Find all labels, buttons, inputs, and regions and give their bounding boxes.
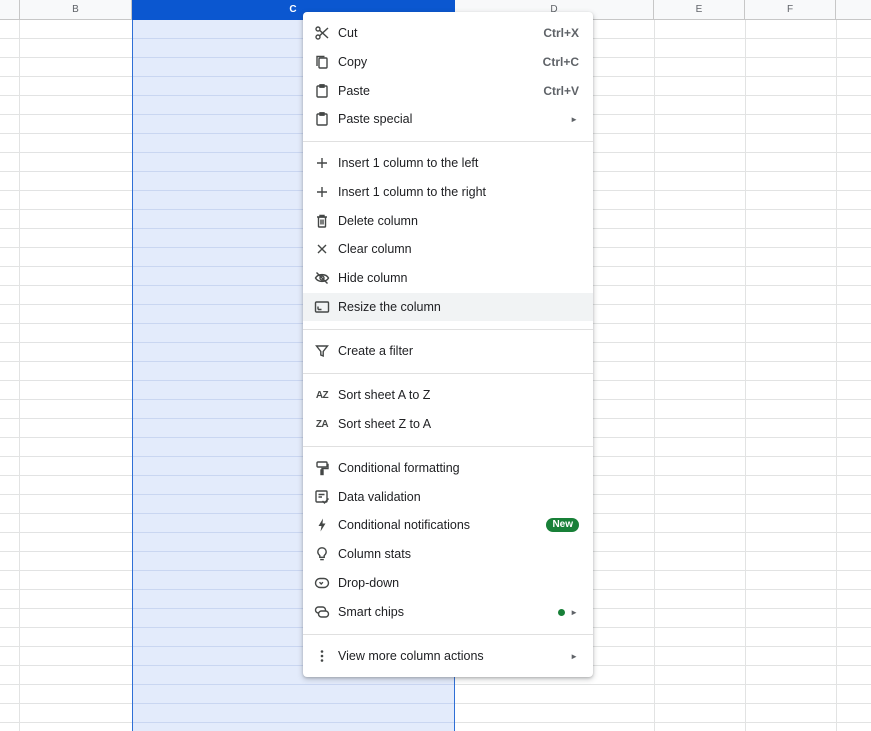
close-icon bbox=[314, 241, 330, 257]
menu-item-smart-chips[interactable]: Smart chips ► bbox=[303, 598, 593, 626]
grid-line bbox=[19, 20, 20, 731]
menu-item-insert-right[interactable]: Insert 1 column to the right bbox=[303, 178, 593, 206]
menu-separator bbox=[303, 446, 593, 447]
menu-item-label: Paste special bbox=[338, 112, 413, 126]
menu-item-label: Create a filter bbox=[338, 344, 414, 358]
menu-separator bbox=[303, 373, 593, 374]
checklist-icon bbox=[314, 489, 330, 505]
sort-az-icon: AZ bbox=[315, 389, 329, 401]
menu-item-copy[interactable]: Copy Ctrl+C bbox=[303, 48, 593, 76]
submenu-arrow-icon: ► bbox=[570, 651, 578, 661]
shortcut-text: Ctrl+C bbox=[542, 55, 579, 69]
menu-separator bbox=[303, 634, 593, 635]
menu-item-create-filter[interactable]: Create a filter bbox=[303, 337, 593, 365]
menu-item-sort-z-to-a[interactable]: ZA Sort sheet Z to A bbox=[303, 410, 593, 438]
menu-separator bbox=[303, 329, 593, 330]
menu-item-resize-column[interactable]: Resize the column bbox=[303, 293, 593, 321]
grid-line bbox=[654, 20, 655, 731]
chips-icon bbox=[314, 604, 330, 620]
submenu-arrow-icon: ► bbox=[570, 607, 578, 617]
column-header-f[interactable]: F bbox=[745, 0, 836, 20]
resize-icon bbox=[314, 299, 330, 315]
menu-item-label: Data validation bbox=[338, 490, 421, 504]
trash-icon bbox=[314, 213, 330, 229]
submenu-arrow-icon: ► bbox=[570, 114, 578, 124]
eye-off-icon bbox=[314, 270, 330, 286]
menu-item-paste[interactable]: Paste Ctrl+V bbox=[303, 77, 593, 105]
menu-item-drop-down[interactable]: Drop-down bbox=[303, 569, 593, 597]
column-header-b[interactable]: B bbox=[20, 0, 132, 20]
plus-icon bbox=[314, 184, 330, 200]
menu-item-data-validation[interactable]: Data validation bbox=[303, 483, 593, 511]
shortcut-text: Ctrl+V bbox=[543, 84, 579, 98]
menu-item-label: Conditional formatting bbox=[338, 461, 460, 475]
menu-item-label: Sort sheet Z to A bbox=[338, 417, 432, 431]
lightbulb-icon bbox=[314, 546, 330, 562]
column-context-menu: Cut Ctrl+X Copy Ctrl+C Paste Ctrl+V Past… bbox=[303, 12, 593, 677]
menu-item-label: Insert 1 column to the right bbox=[338, 185, 486, 199]
clipboard-icon bbox=[314, 111, 330, 127]
menu-item-label: Paste bbox=[338, 84, 370, 98]
menu-item-label: Sort sheet A to Z bbox=[338, 388, 431, 402]
menu-item-label: Resize the column bbox=[338, 300, 441, 314]
paint-roller-icon bbox=[314, 460, 330, 476]
menu-item-sort-a-to-z[interactable]: AZ Sort sheet A to Z bbox=[303, 381, 593, 409]
shortcut-text: Ctrl+X bbox=[543, 26, 579, 40]
menu-item-label: Copy bbox=[338, 55, 368, 69]
menu-item-label: Column stats bbox=[338, 547, 411, 561]
menu-item-column-stats[interactable]: Column stats bbox=[303, 540, 593, 568]
menu-item-paste-special[interactable]: Paste special ► bbox=[303, 105, 593, 133]
menu-separator bbox=[303, 141, 593, 142]
new-badge: New bbox=[546, 518, 579, 532]
menu-item-label: Conditional notifications bbox=[338, 518, 471, 532]
menu-item-conditional-formatting[interactable]: Conditional formatting bbox=[303, 454, 593, 482]
sort-za-icon: ZA bbox=[315, 418, 329, 430]
clipboard-icon bbox=[314, 83, 330, 99]
menu-item-conditional-notifications[interactable]: Conditional notifications New bbox=[303, 511, 593, 539]
menu-item-label: Delete column bbox=[338, 214, 418, 228]
menu-item-clear-column[interactable]: Clear column bbox=[303, 235, 593, 263]
grid-line bbox=[836, 20, 837, 731]
menu-item-label: Clear column bbox=[338, 242, 412, 256]
dropdown-chip-icon bbox=[314, 575, 330, 591]
menu-item-hide-column[interactable]: Hide column bbox=[303, 264, 593, 292]
filter-icon bbox=[314, 343, 330, 359]
menu-item-label: Hide column bbox=[338, 271, 408, 285]
menu-item-cut[interactable]: Cut Ctrl+X bbox=[303, 19, 593, 47]
more-vert-icon bbox=[314, 648, 330, 664]
menu-item-delete-column[interactable]: Delete column bbox=[303, 207, 593, 235]
menu-item-insert-left[interactable]: Insert 1 column to the left bbox=[303, 149, 593, 177]
copy-icon bbox=[314, 54, 330, 70]
grid-line bbox=[745, 20, 746, 731]
menu-item-label: Cut bbox=[338, 26, 358, 40]
row-header-corner bbox=[0, 0, 20, 20]
scissors-icon bbox=[314, 25, 330, 41]
new-feature-dot bbox=[558, 608, 565, 616]
menu-item-label: Insert 1 column to the left bbox=[338, 156, 479, 170]
menu-item-label: Smart chips bbox=[338, 605, 404, 619]
menu-item-label: View more column actions bbox=[338, 649, 484, 663]
menu-item-view-more-column-actions[interactable]: View more column actions ► bbox=[303, 642, 593, 670]
plus-icon bbox=[314, 155, 330, 171]
column-header-e[interactable]: E bbox=[654, 0, 745, 20]
bolt-icon bbox=[314, 517, 330, 533]
menu-item-label: Drop-down bbox=[338, 576, 400, 590]
